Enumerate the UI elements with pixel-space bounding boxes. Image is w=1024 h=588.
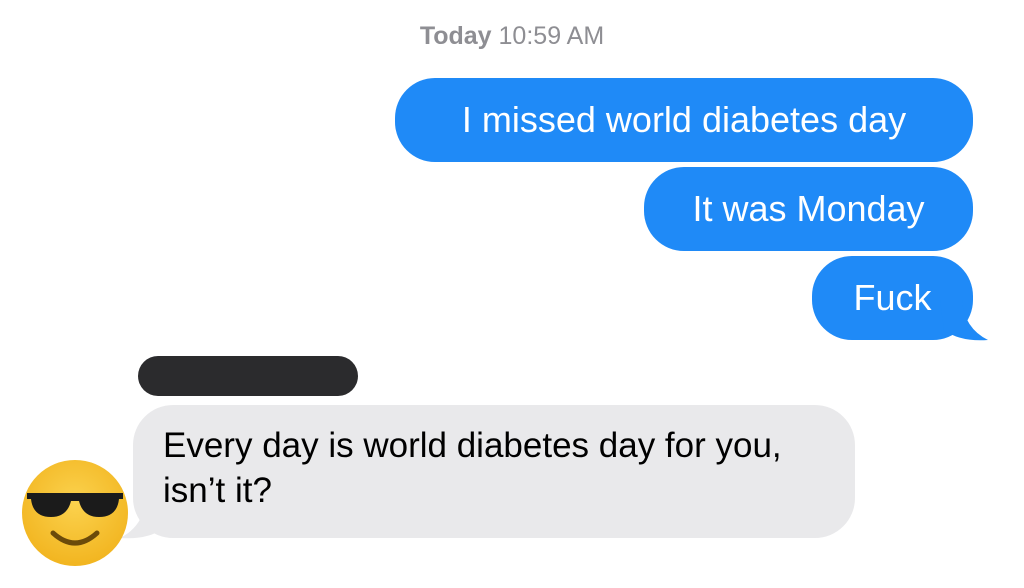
message-timestamp: Today 10:59 AM xyxy=(0,22,1024,51)
received-message-text: Every day is world diabetes day for you,… xyxy=(163,426,782,510)
sent-bubble-tail xyxy=(940,300,988,341)
sent-message-text: I missed world diabetes day xyxy=(461,99,907,140)
sent-message-text: Fuck xyxy=(853,277,932,318)
sunglasses-emoji-icon[interactable] xyxy=(21,459,129,567)
sent-message-bubble[interactable]: I missed world diabetes day xyxy=(395,78,973,162)
redacted-contact-name xyxy=(138,356,358,396)
sent-message-text: It was Monday xyxy=(692,188,925,229)
sent-message-bubble[interactable]: It was Monday xyxy=(644,167,973,251)
timestamp-time: 10:59 AM xyxy=(498,22,605,50)
received-message-bubble[interactable]: Every day is world diabetes day for you,… xyxy=(133,405,855,538)
timestamp-day: Today xyxy=(419,22,492,50)
